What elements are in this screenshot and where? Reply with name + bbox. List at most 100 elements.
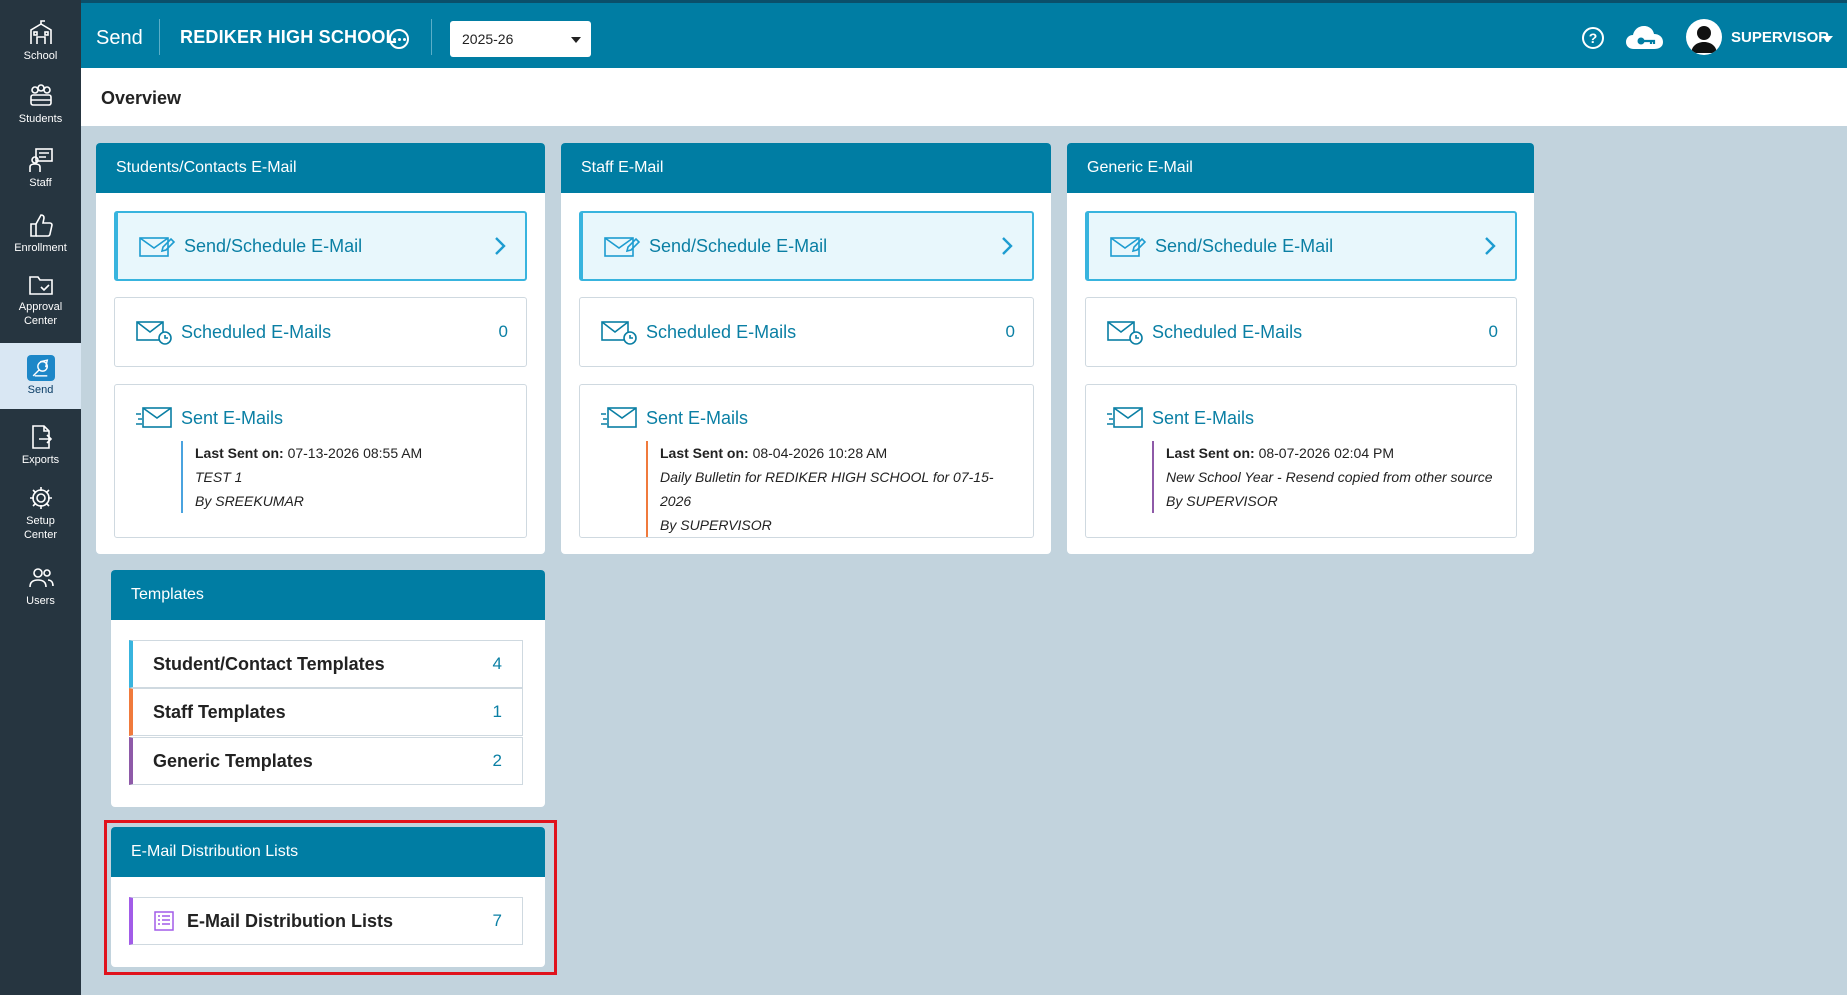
last-sent-by: By SUPERVISOR	[1166, 493, 1278, 509]
email-edit-icon	[604, 237, 641, 257]
sent-emails-panel: Sent E-Mails Last Sent on: 08-04-2026 10…	[579, 384, 1034, 538]
chevron-right-icon	[495, 237, 506, 255]
sidebar-item-school[interactable]: School	[0, 10, 81, 72]
last-sent-by: By SUPERVISOR	[660, 517, 772, 533]
send-schedule-email-button[interactable]: Send/Schedule E-Mail	[1085, 211, 1517, 281]
last-sent-details: Last Sent on: 08-04-2026 10:28 AM Daily …	[646, 441, 1013, 537]
cloud-key-icon[interactable]	[1624, 23, 1666, 53]
card-title: Generic E-Mail	[1067, 143, 1534, 193]
students-contacts-email-card: Students/Contacts E-Mail Send/Schedule E…	[96, 143, 545, 554]
sidebar-item-label: Send	[27, 384, 54, 396]
template-item-staff[interactable]: Staff Templates 1	[129, 688, 523, 736]
sent-label: Sent E-Mails	[181, 407, 284, 428]
scheduled-count: 0	[498, 322, 508, 341]
scheduled-label: Scheduled E-Mails	[1152, 321, 1303, 342]
generic-email-card: Generic E-Mail Send/Schedule E-Mail Sche…	[1067, 143, 1534, 554]
avatar[interactable]	[1686, 19, 1722, 55]
sidebar-item-send[interactable]: Send	[0, 343, 81, 409]
school-name[interactable]: REDIKER HIGH SCHOOL	[180, 27, 397, 48]
sidebar-item-label: Enrollment	[14, 242, 67, 254]
sidebar-item-exports[interactable]: Exports	[0, 414, 81, 476]
staff-email-card: Staff E-Mail Send/Schedule E-Mail Schedu…	[561, 143, 1051, 554]
last-sent-details: Last Sent on: 07-13-2026 08:55 AM TEST 1…	[181, 441, 506, 513]
template-label: Student/Contact Templates	[153, 653, 385, 674]
sent-emails-link[interactable]: Sent E-Mails	[600, 405, 1013, 431]
sidebar-item-setup-center[interactable]: Setup Center	[0, 482, 81, 544]
last-sent-label: Last Sent on:	[1166, 445, 1255, 461]
send-schedule-label: Send/Schedule E-Mail	[649, 235, 828, 256]
gear-icon	[29, 487, 52, 509]
sent-emails-link[interactable]: Sent E-Mails	[135, 405, 506, 431]
user-menu[interactable]: SUPERVISOR	[1731, 29, 1829, 46]
last-sent-label: Last Sent on:	[660, 445, 749, 461]
scheduled-label: Scheduled E-Mails	[181, 321, 332, 342]
divider	[431, 19, 432, 55]
sidebar-item-enrollment[interactable]: Enrollment	[0, 202, 81, 264]
template-label: Generic Templates	[153, 750, 313, 771]
sidebar-item-label: Setup Center	[23, 515, 58, 541]
year-select[interactable]: 2025-26	[450, 21, 591, 57]
last-sent-subject: New School Year - Resend copied from oth…	[1166, 469, 1493, 485]
sent-emails-link[interactable]: Sent E-Mails	[1106, 405, 1496, 431]
email-clock-icon	[136, 321, 172, 345]
sidebar-item-label: Exports	[21, 454, 60, 466]
sidebar-item-staff[interactable]: Staff	[0, 137, 81, 199]
sidebar-item-students[interactable]: Students	[0, 73, 81, 135]
email-edit-icon	[1110, 237, 1147, 257]
overview-bar: Overview	[81, 68, 1847, 126]
thumbs-up-icon	[29, 214, 53, 237]
template-count: 1	[492, 702, 502, 721]
highlight-box	[104, 820, 557, 975]
send-schedule-label: Send/Schedule E-Mail	[184, 235, 363, 256]
templates-card: Templates Student/Contact Templates 4 St…	[111, 570, 545, 807]
scheduled-count: 0	[1005, 322, 1015, 341]
sidebar-item-label: Users	[26, 595, 55, 607]
template-item-generic[interactable]: Generic Templates 2	[129, 737, 523, 785]
users-icon	[28, 568, 54, 588]
top-bar: Send REDIKER HIGH SCHOOL 2025-26 ? SUPER…	[81, 0, 1847, 68]
sidebar-item-label: School	[23, 50, 58, 62]
template-label: Staff Templates	[153, 701, 286, 722]
sidebar: School Students Staff Enrollment Approva…	[0, 0, 81, 995]
email-sent-icon	[1107, 407, 1143, 428]
scheduled-label: Scheduled E-Mails	[646, 321, 797, 342]
scheduled-emails-button[interactable]: Scheduled E-Mails 0	[579, 297, 1034, 367]
template-item-student-contact[interactable]: Student/Contact Templates 4	[129, 640, 523, 688]
sidebar-item-users[interactable]: Users	[0, 555, 81, 617]
send-schedule-label: Send/Schedule E-Mail	[1155, 235, 1334, 256]
sidebar-item-label: Staff	[29, 177, 52, 189]
module-title: Send	[96, 27, 143, 49]
send-schedule-email-button[interactable]: Send/Schedule E-Mail	[579, 211, 1034, 281]
sent-label: Sent E-Mails	[646, 407, 749, 428]
last-sent-label: Last Sent on:	[195, 445, 284, 461]
scheduled-count: 0	[1488, 322, 1498, 341]
card-title: Templates	[111, 570, 545, 620]
sent-emails-panel: Sent E-Mails Last Sent on: 07-13-2026 08…	[114, 384, 527, 538]
scheduled-emails-button[interactable]: Scheduled E-Mails 0	[1085, 297, 1517, 367]
card-title: Students/Contacts E-Mail	[96, 143, 545, 193]
year-select-value: 2025-26	[462, 31, 514, 47]
template-count: 4	[492, 654, 502, 673]
staff-icon	[28, 148, 53, 172]
sidebar-item-approval-center[interactable]: Approval Center	[0, 268, 81, 330]
email-edit-icon	[139, 237, 176, 257]
template-count: 2	[492, 751, 502, 770]
school-icon	[29, 20, 52, 44]
send-icon	[26, 355, 55, 381]
school-more-icon[interactable]	[389, 29, 409, 49]
sent-label: Sent E-Mails	[1152, 407, 1255, 428]
sent-emails-panel: Sent E-Mails Last Sent on: 08-07-2026 02…	[1085, 384, 1517, 538]
students-icon	[29, 84, 52, 106]
chevron-right-icon	[1002, 237, 1013, 255]
chevron-down-icon[interactable]	[1823, 36, 1833, 42]
scheduled-emails-button[interactable]: Scheduled E-Mails 0	[114, 297, 527, 367]
send-schedule-email-button[interactable]: Send/Schedule E-Mail	[114, 211, 527, 281]
sidebar-item-label: Approval Center	[18, 301, 63, 327]
page-title: Overview	[101, 88, 182, 108]
last-sent-time: 08-04-2026 10:28 AM	[752, 445, 888, 461]
email-sent-icon	[601, 407, 637, 428]
email-clock-icon	[1107, 321, 1143, 345]
last-sent-subject: TEST 1	[195, 469, 243, 485]
help-icon[interactable]: ?	[1582, 27, 1604, 49]
chevron-right-icon	[1485, 237, 1496, 255]
